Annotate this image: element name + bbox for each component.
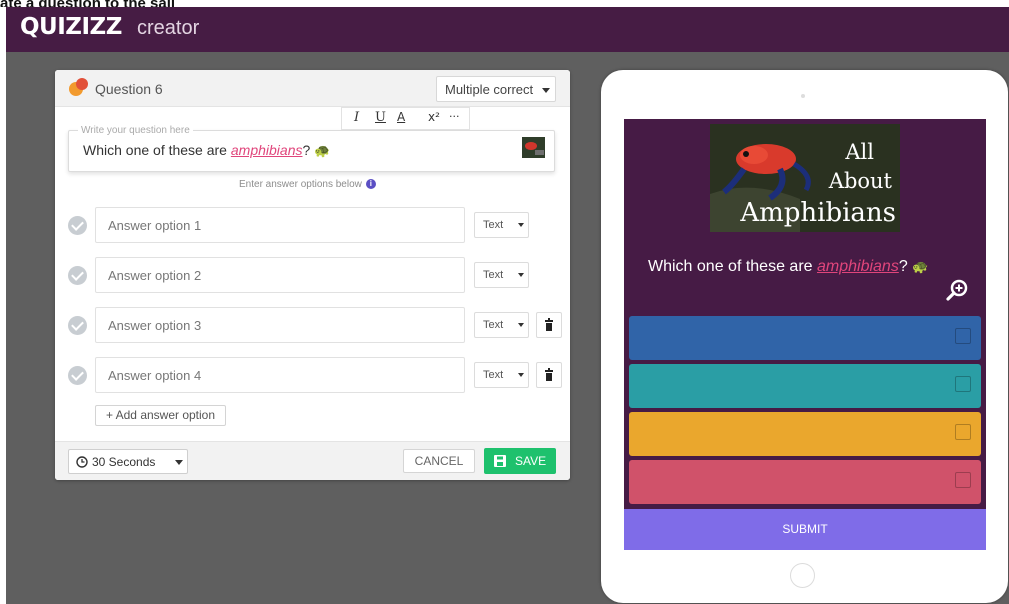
correct-toggle-2[interactable] — [68, 266, 87, 285]
preview-question-start: Which one of these are — [648, 258, 817, 275]
answer-row-4: Answer option 4 Text — [55, 357, 570, 393]
add-answer-button[interactable]: + Add answer option — [95, 405, 226, 426]
chevron-down-icon — [518, 223, 524, 227]
option-checkbox-4[interactable] — [955, 472, 971, 488]
italic-button[interactable]: I — [354, 110, 359, 125]
question-number: Question 6 — [95, 81, 163, 97]
app-header: QUIZIZZ creator — [6, 7, 1009, 52]
question-placeholder: Write your question here — [78, 125, 193, 136]
answer-input-2[interactable]: Answer option 2 — [95, 257, 465, 293]
answer-type-dropdown-4[interactable]: Text — [474, 362, 529, 388]
more-format-button[interactable]: ··· — [449, 110, 460, 123]
image-title-line-3: Amphibians — [740, 198, 896, 228]
chevron-down-icon — [518, 373, 524, 377]
option-checkbox-2[interactable] — [955, 376, 971, 392]
answer-hint: Enter answer options below i — [239, 179, 376, 190]
question-image-thumbnail[interactable] — [522, 137, 545, 158]
answer-input-3[interactable]: Answer option 3 — [95, 307, 465, 343]
trash-icon — [545, 318, 553, 331]
trash-icon — [545, 368, 553, 381]
answer-type-dropdown-1[interactable]: Text — [474, 212, 529, 238]
answer-type-label-2: Text — [483, 269, 504, 281]
save-label: SAVE — [515, 454, 547, 468]
editor-footer: 30 Seconds CANCEL SAVE — [55, 441, 570, 480]
answer-input-4[interactable]: Answer option 4 — [95, 357, 465, 393]
answer-row-2: Answer option 2 Text — [55, 257, 570, 293]
question-input[interactable]: Which one of these are amphibians? 🐢 — [68, 130, 555, 172]
option-tile-3[interactable] — [629, 412, 981, 456]
camera-dot — [801, 94, 805, 98]
question-editor: Question 6 Multiple correct Which one of… — [55, 70, 570, 480]
cancel-button[interactable]: CANCEL — [403, 449, 475, 473]
superscript-button[interactable]: x² — [428, 110, 440, 124]
answer-type-label-4: Text — [483, 369, 504, 381]
answer-row-1: Answer option 1 Text — [55, 207, 570, 243]
answer-type-dropdown-2[interactable]: Text — [474, 262, 529, 288]
answer-hint-text: Enter answer options below — [239, 179, 362, 190]
zoom-in-icon[interactable] — [946, 279, 968, 301]
option-tile-2[interactable] — [629, 364, 981, 408]
option-checkbox-3[interactable] — [955, 424, 971, 440]
save-button[interactable]: SAVE — [484, 448, 556, 474]
timer-dropdown[interactable]: 30 Seconds — [68, 449, 188, 474]
option-tile-4[interactable] — [629, 460, 981, 504]
correct-toggle-3[interactable] — [68, 316, 87, 335]
correct-toggle-4[interactable] — [68, 366, 87, 385]
preview-screen: All About Amphibians Which one of these … — [624, 119, 986, 550]
question-text: Which one of these are amphibians? 🐢 — [83, 142, 330, 159]
question-text-start: Which one of these are — [83, 142, 231, 158]
quizizz-logo[interactable]: QUIZIZZ — [20, 14, 122, 40]
answer-type-label-3: Text — [483, 319, 504, 331]
question-text-end: ? — [302, 142, 311, 158]
top-caption: ate a question to the sail — [0, 0, 1009, 7]
correct-toggle-1[interactable] — [68, 216, 87, 235]
logo-subtitle: creator — [137, 17, 200, 39]
preview-question-text: Which one of these are amphibians? 🐢 — [648, 258, 928, 276]
question-type-icon — [69, 78, 88, 96]
chevron-down-icon — [175, 460, 183, 465]
submit-button[interactable]: SUBMIT — [624, 509, 986, 550]
question-type-dropdown[interactable]: Multiple correct — [436, 76, 556, 102]
option-checkbox-1[interactable] — [955, 328, 971, 344]
app-stage: QUIZIZZ creator Question 6 Multiple corr… — [6, 7, 1009, 604]
info-icon[interactable]: i — [365, 179, 376, 190]
answer-input-1[interactable]: Answer option 1 — [95, 207, 465, 243]
option-tile-1[interactable] — [629, 316, 981, 360]
underline-button[interactable]: U — [375, 110, 386, 125]
preview-question-link[interactable]: amphibians — [817, 258, 899, 275]
question-type-label: Multiple correct — [445, 82, 534, 97]
formatting-toolbar: I U A x² ··· — [341, 107, 470, 130]
floppy-disk-icon — [494, 455, 506, 467]
clock-icon — [76, 456, 88, 468]
turtle-icon: 🐢 — [314, 143, 331, 158]
timer-label: 30 Seconds — [92, 455, 156, 469]
image-title-line-2: About — [828, 169, 892, 193]
question-link-word[interactable]: amphibians — [231, 142, 303, 158]
chevron-down-icon — [518, 273, 524, 277]
editor-header: Question 6 Multiple correct — [55, 70, 570, 107]
answer-type-dropdown-3[interactable]: Text — [474, 312, 529, 338]
frog-thumbnail-icon — [522, 137, 545, 158]
delete-answer-button-3[interactable] — [536, 312, 562, 338]
preview-question-end: ? — [898, 258, 908, 275]
image-title-line-1: All — [845, 140, 874, 164]
answer-row-3: Answer option 3 Text — [55, 307, 570, 343]
tablet-preview: All About Amphibians Which one of these … — [601, 70, 1008, 603]
turtle-icon: 🐢 — [912, 259, 929, 274]
chevron-down-icon — [542, 88, 550, 93]
delete-answer-button-4[interactable] — [536, 362, 562, 388]
text-color-button[interactable]: A — [397, 110, 405, 124]
question-image: All About Amphibians — [710, 124, 900, 232]
answer-type-label-1: Text — [483, 219, 504, 231]
tablet-home-button — [790, 563, 815, 588]
chevron-down-icon — [518, 323, 524, 327]
